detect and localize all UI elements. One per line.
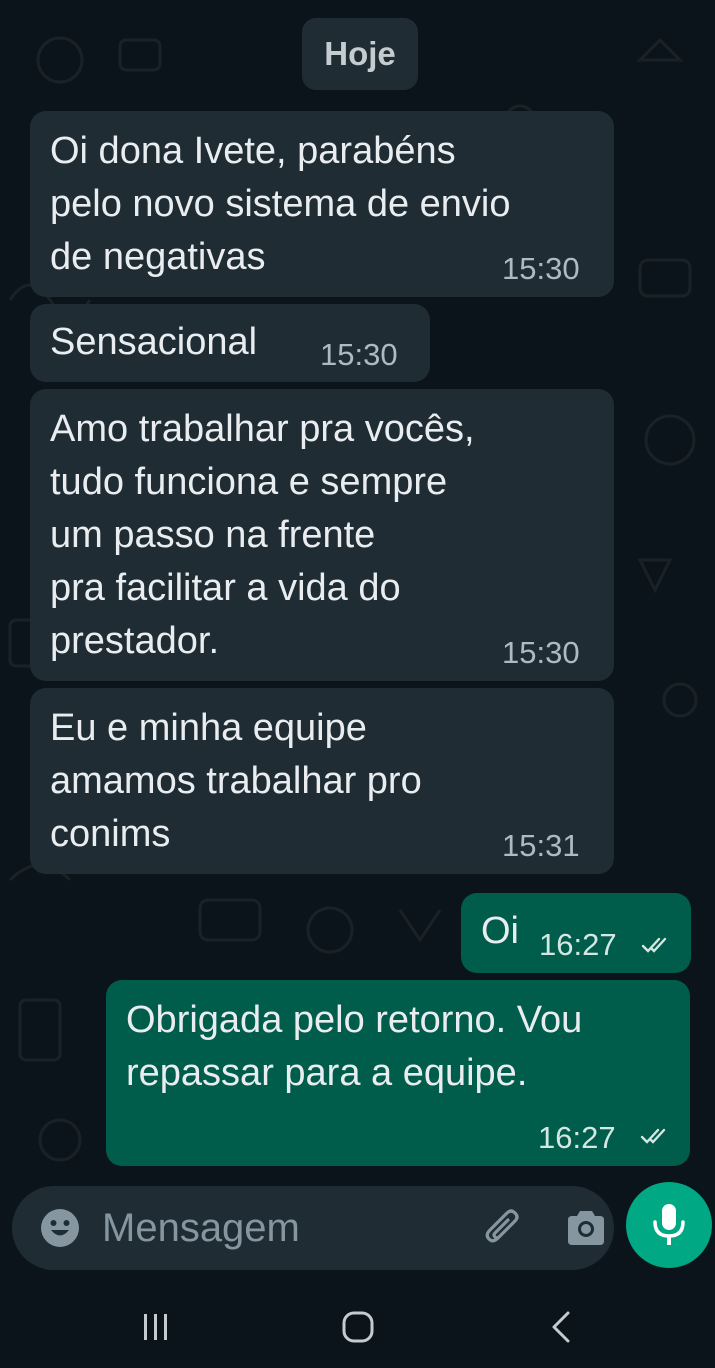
chat-screen: Hoje Oi dona Ivete, parabéns pelo novo s… [0,0,715,1368]
date-separator: Hoje [302,18,418,90]
incoming-message[interactable]: Eu e minha equipe amamos trabalhar pro c… [30,688,614,874]
message-time: 15:30 [320,337,398,372]
system-navigation-bar [0,1290,715,1368]
outgoing-message[interactable]: Oi 16:27 [461,893,691,973]
message-text: Obrigada pelo retorno. Vou repassar para… [126,999,583,1094]
message-text: Amo trabalhar pra vocês, tudo funciona e… [50,408,475,662]
message-time: 15:30 [502,251,580,286]
incoming-message[interactable]: Oi dona Ivete, parabéns pelo novo sistem… [30,111,614,297]
message-text: Oi [481,910,519,952]
home-icon[interactable] [340,1310,376,1344]
read-receipt-icon [640,1128,666,1144]
outgoing-message[interactable]: Obrigada pelo retorno. Vou repassar para… [106,980,690,1166]
message-text: Eu e minha equipe amamos trabalhar pro c… [50,707,422,855]
incoming-message[interactable]: Amo trabalhar pra vocês, tudo funciona e… [30,389,614,681]
camera-icon[interactable] [564,1208,608,1248]
voice-message-button[interactable] [626,1182,712,1268]
message-text: Sensacional [50,321,258,363]
message-composer[interactable]: Mensagem [12,1186,614,1270]
message-time: 16:27 [539,927,617,962]
emoji-icon[interactable] [40,1208,80,1248]
mic-icon [653,1204,685,1245]
message-text: Oi dona Ivete, parabéns pelo novo sistem… [50,130,511,278]
message-input[interactable]: Mensagem [102,1204,300,1252]
message-time: 15:31 [502,828,580,863]
message-time: 15:30 [502,635,580,670]
incoming-message[interactable]: Sensacional 15:30 [30,304,430,382]
recent-apps-icon[interactable] [140,1312,172,1342]
message-time: 16:27 [538,1120,616,1155]
read-receipt-icon [641,937,667,953]
back-icon[interactable] [548,1310,576,1344]
attach-icon[interactable] [482,1206,526,1250]
